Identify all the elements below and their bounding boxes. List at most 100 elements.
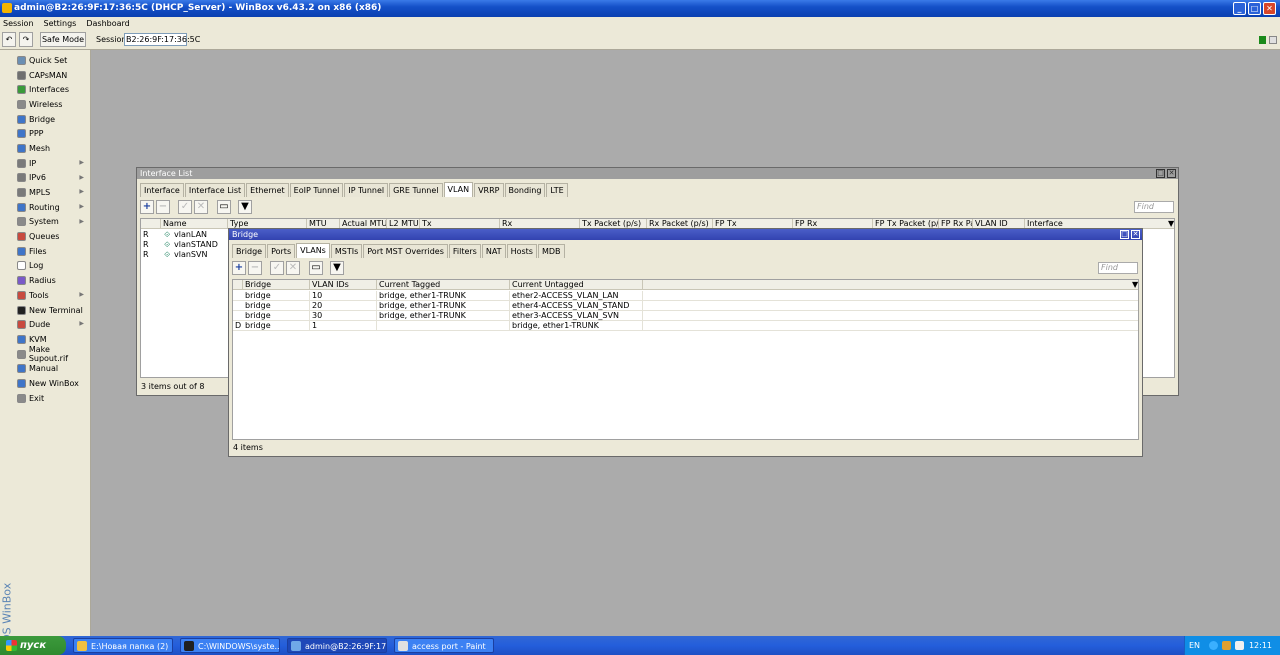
- bridge-close-icon[interactable]: ✕: [1131, 230, 1140, 239]
- interface-list-close-icon[interactable]: ✕: [1167, 169, 1176, 178]
- table-row[interactable]: bridge 20 bridge, ether1-TRUNK ether4-ACCES…: [233, 301, 1138, 311]
- log-icon: [17, 261, 26, 271]
- taskbar-task[interactable]: E:\Новая папка (2): [73, 638, 173, 653]
- sidebar-item-new-winbox[interactable]: New WinBox: [15, 376, 90, 391]
- tab-vrrp[interactable]: VRRP: [474, 183, 504, 197]
- bridge-window[interactable]: Bridge □ ✕ Bridge Ports VLANs MSTIs Port MST…: [228, 228, 1143, 457]
- tab-interface[interactable]: Interface: [140, 183, 184, 197]
- sidebar-item-dude[interactable]: Dude ▶: [15, 317, 90, 332]
- menu-session[interactable]: Session: [3, 17, 34, 30]
- redo-button[interactable]: ↷: [19, 32, 33, 47]
- enable-icon[interactable]: ✓: [178, 200, 192, 214]
- filter-icon[interactable]: ▼: [330, 261, 344, 275]
- add-icon[interactable]: +: [232, 261, 246, 275]
- tab-hosts[interactable]: Hosts: [506, 244, 537, 258]
- tab-vlan[interactable]: VLAN: [443, 182, 474, 197]
- sidebar-item-mpls[interactable]: MPLS ▶: [15, 185, 90, 200]
- enable-icon[interactable]: ✓: [270, 261, 284, 275]
- sidebar-item-ipv6[interactable]: IPv6 ▶: [15, 171, 90, 186]
- volume-icon[interactable]: [1235, 641, 1244, 650]
- sidebar-item-exit[interactable]: Exit: [15, 391, 90, 406]
- tab-gre-tunnel[interactable]: GRE Tunnel: [389, 183, 443, 197]
- bridge-find-input[interactable]: Find: [1098, 262, 1138, 274]
- tab-eoip-tunnel[interactable]: EoIP Tunnel: [289, 183, 344, 197]
- minimize-button[interactable]: _: [1233, 2, 1246, 15]
- sidebar-item-capsman[interactable]: CAPsMAN: [15, 68, 90, 83]
- menu-dashboard[interactable]: Dashboard: [86, 17, 129, 30]
- column-name[interactable]: Name: [161, 219, 228, 229]
- ppp-icon: [17, 129, 26, 139]
- interface-list-find-input[interactable]: Find: [1134, 201, 1174, 213]
- sidebar-item-log[interactable]: Log: [15, 259, 90, 274]
- start-button[interactable]: пуск: [0, 636, 66, 655]
- sidebar-item-routing[interactable]: Routing ▶: [15, 200, 90, 215]
- tab-interface-list[interactable]: Interface List: [184, 183, 246, 197]
- sidebar-item-interfaces[interactable]: Interfaces: [15, 82, 90, 97]
- tab-lte[interactable]: LTE: [546, 183, 568, 197]
- disable-icon[interactable]: ✕: [194, 200, 208, 214]
- tab-port-mst-overrides[interactable]: Port MST Overrides: [363, 244, 448, 258]
- sidebar-item-wireless[interactable]: Wireless: [15, 97, 90, 112]
- tab-bonding[interactable]: Bonding: [504, 183, 546, 197]
- add-icon[interactable]: +: [140, 200, 154, 214]
- sidebar-item-bridge[interactable]: Bridge: [15, 112, 90, 127]
- tab-ip-tunnel[interactable]: IP Tunnel: [344, 183, 389, 197]
- column-vlan-ids[interactable]: VLAN IDs: [310, 280, 377, 290]
- safe-mode-button[interactable]: Safe Mode: [40, 32, 86, 47]
- maximize-button[interactable]: □: [1248, 2, 1261, 15]
- table-row[interactable]: bridge 10 bridge, ether1-TRUNK ether2-ACCES…: [233, 291, 1138, 301]
- tray-app-icon[interactable]: [1222, 641, 1231, 650]
- sidebar-item-ppp[interactable]: PPP: [15, 126, 90, 141]
- language-indicator[interactable]: EN: [1189, 636, 1200, 655]
- disable-icon[interactable]: ✕: [286, 261, 300, 275]
- bridge-title-bar[interactable]: Bridge □ ✕: [229, 229, 1142, 240]
- lock-icon: [1259, 36, 1266, 44]
- menu-settings[interactable]: Settings: [44, 17, 77, 30]
- session-field[interactable]: B2:26:9F:17:36:5C: [124, 33, 200, 46]
- sidebar-item-make-supout-rif[interactable]: Make Supout.rif: [15, 345, 90, 363]
- sidebar-item-new-terminal[interactable]: New Terminal: [15, 303, 90, 318]
- column-current-untagged[interactable]: Current Untagged: [510, 280, 643, 290]
- undo-button[interactable]: ↶: [2, 32, 16, 47]
- column-current-tagged[interactable]: Current Tagged: [377, 280, 510, 290]
- remove-icon[interactable]: −: [248, 261, 262, 275]
- taskbar-task[interactable]: access port - Paint: [394, 638, 494, 653]
- sidebar-item-files[interactable]: Files: [15, 244, 90, 259]
- tab-bridge[interactable]: Bridge: [232, 244, 267, 258]
- sidebar-item-ip[interactable]: IP ▶: [15, 156, 90, 171]
- sidebar-item-manual[interactable]: Manual: [15, 361, 90, 376]
- interface-list-maximize-icon[interactable]: □: [1156, 169, 1165, 178]
- interface-list-title-bar[interactable]: Interface List □ ✕: [137, 168, 1178, 179]
- tab-ethernet[interactable]: Ethernet: [246, 183, 289, 197]
- tab-nat[interactable]: NAT: [481, 244, 506, 258]
- columns-dropdown-icon[interactable]: ▼: [1130, 280, 1138, 290]
- taskbar-task[interactable]: C:\WINDOWS\syste...: [180, 638, 280, 653]
- table-row[interactable]: Dbridge 1 bridge, ether1-TRUNK: [233, 321, 1138, 331]
- columns-dropdown-icon[interactable]: ▼: [1166, 219, 1174, 229]
- filter-icon[interactable]: ▼: [238, 200, 252, 214]
- tab-mstis[interactable]: MSTIs: [330, 244, 363, 258]
- tab-mdb[interactable]: MDB: [537, 244, 565, 258]
- remove-icon[interactable]: −: [156, 200, 170, 214]
- sidebar-item-queues[interactable]: Queues: [15, 229, 90, 244]
- close-button[interactable]: ✕: [1263, 2, 1276, 15]
- sidebar-item-tools[interactable]: Tools ▶: [15, 288, 90, 303]
- table-row[interactable]: bridge 30 bridge, ether1-TRUNK ether3-ACCES…: [233, 311, 1138, 321]
- sidebar-item-system[interactable]: System ▶: [15, 215, 90, 230]
- tab-ports[interactable]: Ports: [267, 244, 296, 258]
- comment-icon[interactable]: ▭: [217, 200, 231, 214]
- network-icon[interactable]: [1209, 641, 1218, 650]
- taskbar-task[interactable]: admin@B2:26:9F:17:...: [287, 638, 387, 653]
- app-title-bar[interactable]: admin@B2:26:9F:17:36:5C (DHCP_Server) - …: [0, 0, 1280, 17]
- cell-tagged: [377, 321, 510, 331]
- sidebar-item-mesh[interactable]: Mesh: [15, 141, 90, 156]
- column-bridge[interactable]: Bridge: [243, 280, 310, 290]
- sidebar-item-radius[interactable]: Radius: [15, 273, 90, 288]
- quick-set-icon: [17, 55, 26, 65]
- sidebar-item-quick-set[interactable]: Quick Set: [15, 53, 90, 68]
- tab-filters[interactable]: Filters: [448, 244, 481, 258]
- row-flag: R: [143, 230, 149, 239]
- comment-icon[interactable]: ▭: [309, 261, 323, 275]
- tab-vlans[interactable]: VLANs: [296, 243, 330, 258]
- bridge-maximize-icon[interactable]: □: [1120, 230, 1129, 239]
